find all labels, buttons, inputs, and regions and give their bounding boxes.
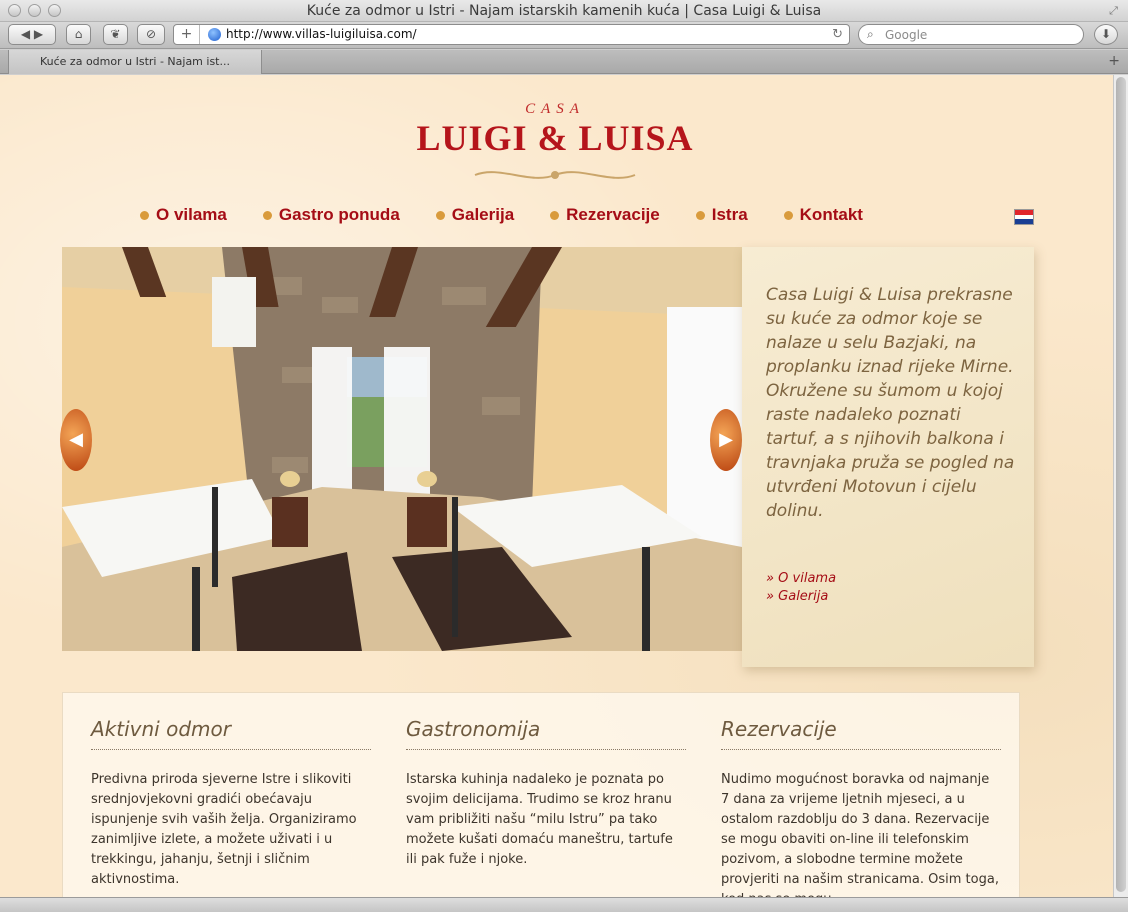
add-bookmark-icon[interactable]: + [174,25,200,44]
feature-title[interactable]: Rezervacije [721,717,1001,750]
globe-icon [208,28,221,41]
forward-icon[interactable]: ▶ [34,27,43,41]
next-slide-button[interactable]: ▶ [710,409,742,471]
feature-text: Istarska kuhinja nadaleko je poznata po … [406,772,673,867]
bullet-icon [262,210,272,220]
bullet-icon [695,210,705,220]
feature-gastronomy: Gastronomija Istarska kuhinja nadaleko j… [406,717,686,870]
nav-galerija[interactable]: Galerija [435,205,514,225]
bullet-icon [550,210,560,220]
feature-text: Predivna priroda sjeverne Istre i slikov… [91,772,357,887]
bullet-icon [435,210,445,220]
feature-title[interactable]: Aktivni odmor [91,717,371,750]
croatian-flag-icon[interactable] [1014,209,1034,225]
prev-slide-button[interactable]: ◀ [60,409,92,471]
feature-active-holiday: Aktivni odmor Predivna priroda sjeverne … [91,717,371,890]
nav-o-vilama[interactable]: O vilama [140,205,227,225]
intro-panel: Casa Luigi & Luisa prekrasne su kuće za … [742,247,1034,667]
vertical-scrollbar[interactable] [1113,75,1128,897]
back-icon[interactable]: ◀ [21,27,30,41]
download-icon[interactable]: ⬇ [1094,24,1118,45]
scrollbar-thumb[interactable] [1116,77,1126,892]
logo-name: LUIGI & LUISA [416,118,694,158]
main-nav: O vilama Gastro ponuda Galerija Rezervac… [140,205,899,225]
block-icon[interactable]: ⊘ [137,24,165,45]
nav-gastro-ponuda[interactable]: Gastro ponuda [262,205,400,225]
bullet-icon [783,210,793,220]
link-o-vilama[interactable]: » O vilama [766,571,836,586]
leaf-icon[interactable]: ❦ [103,24,128,45]
nav-istra[interactable]: Istra [695,205,748,225]
feature-text: Nudimo mogućnost boravka od najmanje 7 d… [721,772,999,897]
tab-bar: Kuće za odmor u Istri - Najam ist... + [0,50,1128,74]
home-icon[interactable]: ⌂ [66,24,91,45]
search-icon: ⌕ [867,27,874,41]
back-forward-buttons[interactable]: ◀ ▶ [8,24,56,45]
feature-reservations: Rezervacije Nudimo mogućnost boravka od … [721,717,1001,897]
nav-rezervacije[interactable]: Rezervacije [550,205,660,225]
status-bar [0,897,1128,912]
nav-kontakt[interactable]: Kontakt [783,205,863,225]
tab-current[interactable]: Kuće za odmor u Istri - Najam ist... [8,50,262,74]
search-placeholder: Google [885,28,928,42]
fullscreen-icon[interactable]: ⤢ [1107,4,1120,17]
hero-photo [62,247,742,651]
site-logo[interactable]: CASA LUIGI & LUISA [410,91,700,191]
window-title: Kuće za odmor u Istri - Najam istarskih … [306,3,822,19]
link-galerija[interactable]: » Galerija [766,589,828,604]
logo-ornament-icon [474,171,636,179]
intro-text: Casa Luigi & Luisa prekrasne su kuće za … [766,285,1015,521]
title-bar: Kuće za odmor u Istri - Najam istarskih … [0,0,1128,22]
browser-toolbar: ◀ ▶ ⌂ ❦ ⊘ + http://www.villas-luigiluisa… [0,22,1128,49]
bullet-icon [140,210,149,220]
bedroom-photo-illustration [62,247,742,651]
address-bar[interactable]: + http://www.villas-luigiluisa.com/ ↻ [173,24,850,45]
search-field[interactable]: ⌕ Google [858,24,1084,45]
url-text: http://www.villas-luigiluisa.com/ [226,27,417,41]
reload-icon[interactable]: ↻ [832,25,843,44]
feature-boxes: Aktivni odmor Predivna priroda sjeverne … [62,692,1020,897]
browser-window: Kuće za odmor u Istri - Najam istarskih … [0,0,1128,912]
feature-title[interactable]: Gastronomija [406,717,686,750]
new-tab-icon[interactable]: + [1108,53,1120,69]
web-page: CASA LUIGI & LUISA O vilama Gastro ponud… [0,75,1113,897]
logo-casa: CASA [525,101,585,117]
